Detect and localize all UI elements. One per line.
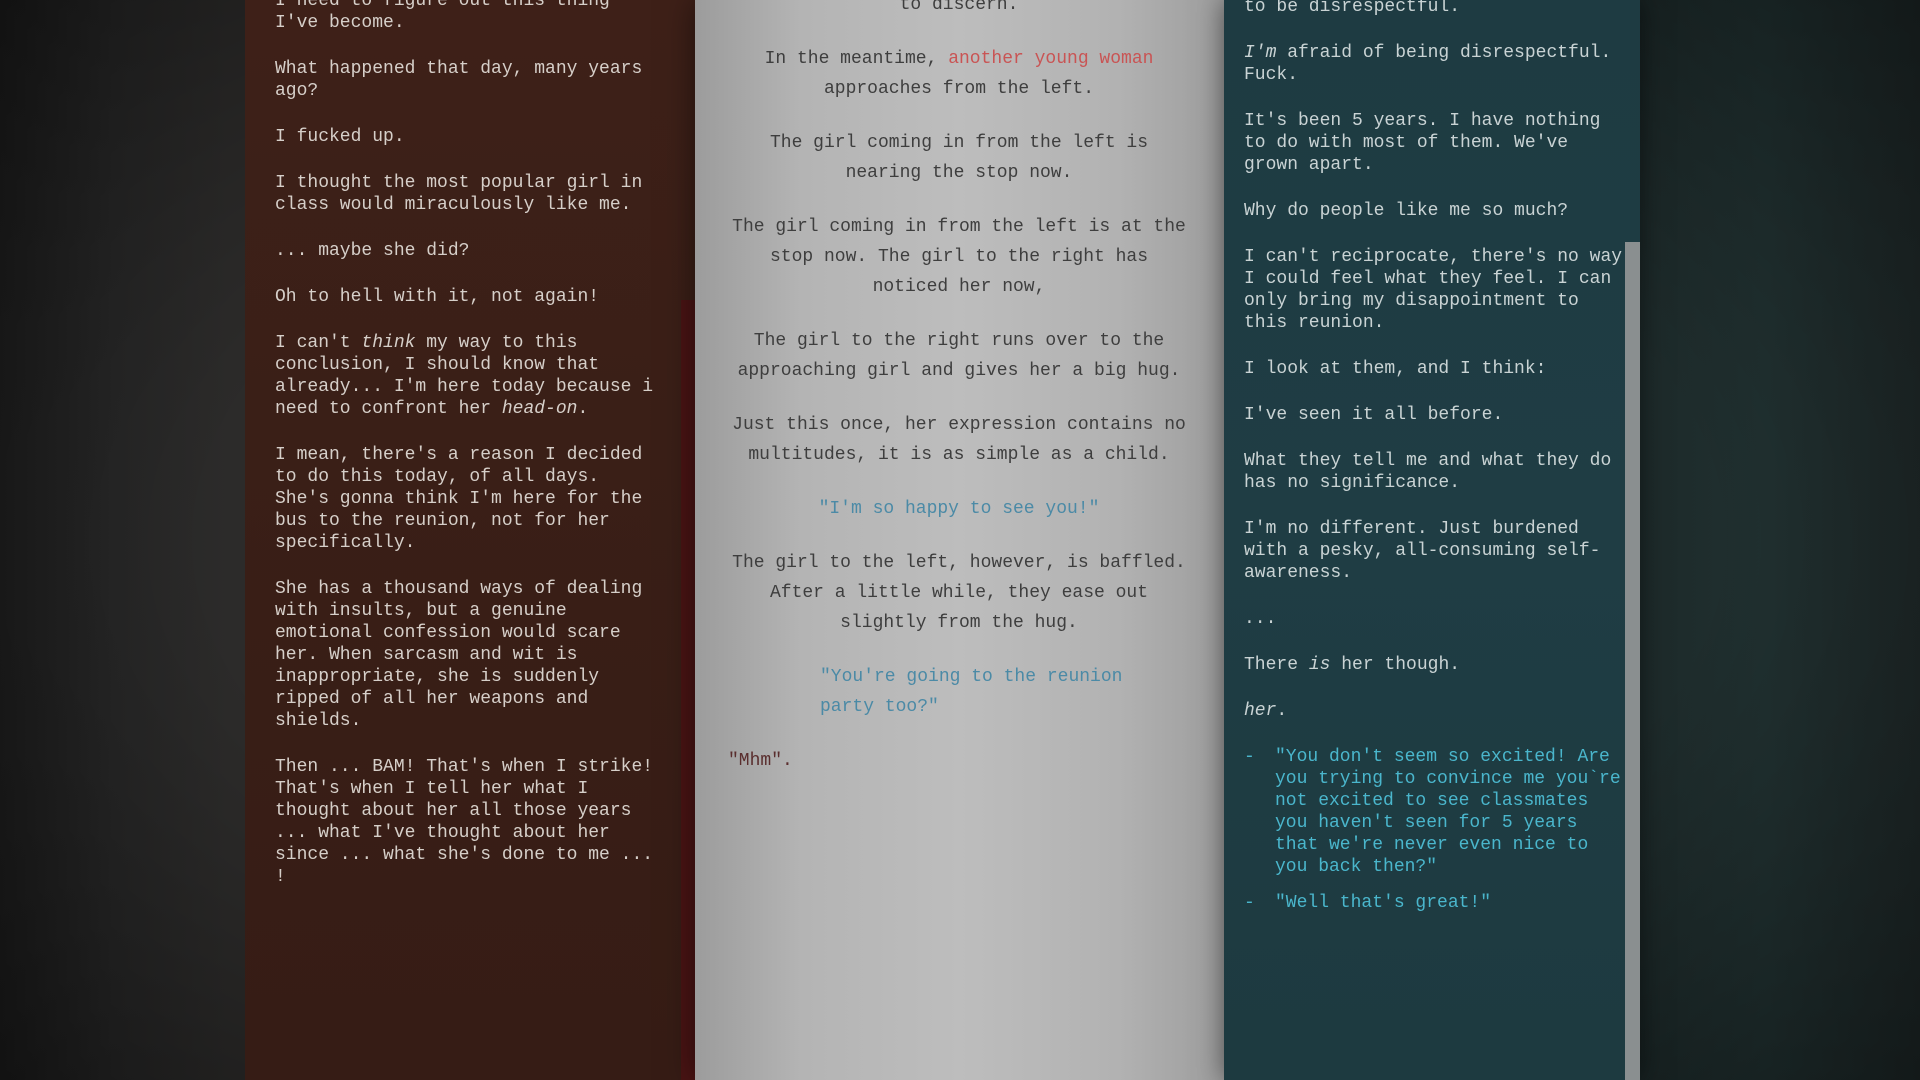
thought-paragraph: I look at them, and I think:: [1244, 359, 1547, 379]
thought-paragraph: Why do people like me so much?: [1244, 201, 1569, 221]
thought-paragraph: It's been 5 years. I have nothing to do …: [1244, 111, 1601, 175]
narration-paragraph: to discern.: [899, 0, 1019, 15]
left-paragraph: Oh to hell with it, not again!: [275, 287, 600, 307]
emphasis-text: head-on: [501, 399, 578, 419]
left-paragraph: I mean, there's a reason I decided to do…: [275, 445, 643, 553]
text-span: her though.: [1330, 655, 1461, 675]
choice-label: "Well that's great!": [1275, 893, 1492, 913]
middle-panel-text: to discern. In the meantime, another you…: [728, 0, 1190, 800]
thought-paragraph: to be disrespectful.: [1244, 0, 1461, 17]
choice-dash: -: [1244, 893, 1255, 913]
thought-paragraph: I'm afraid of being disrespectful. Fuck.: [1244, 42, 1624, 86]
right-panel-scrollbar[interactable]: [1625, 242, 1640, 1080]
thought-paragraph: I've seen it all before.: [1244, 405, 1504, 425]
left-paragraph: ... maybe she did?: [275, 241, 470, 261]
choice-dash: -: [1244, 747, 1255, 767]
thought-paragraph: her.: [1244, 700, 1624, 722]
narration-paragraph: The girl coming in from the left is near…: [769, 133, 1149, 183]
right-thoughts-panel: to be disrespectful. I'm afraid of being…: [1224, 0, 1640, 1080]
dialogue-choice-option[interactable]: - "You don't seem so excited! Are you tr…: [1244, 746, 1624, 878]
emphasis-text: is: [1308, 655, 1331, 675]
left-paragraph: I need to figure out this thing I've bec…: [275, 0, 610, 33]
text-span: afraid of being disrespectful. Fuck.: [1244, 43, 1612, 85]
text-span: approaches from the left.: [823, 79, 1095, 99]
emphasis-text: her: [1244, 701, 1277, 721]
left-panel-scrollbar[interactable]: [681, 300, 695, 1080]
emphasis-text: I'm: [1244, 43, 1277, 63]
text-span: In the meantime,: [764, 49, 949, 69]
left-paragraph: What happened that day, many years ago?: [275, 59, 643, 101]
dialogue-choices: - "You don't seem so excited! Are you tr…: [1244, 746, 1624, 914]
left-narrative-panel: I need to figure out this thing I've bec…: [245, 0, 695, 1080]
left-panel-text: I need to figure out this thing I've bec…: [275, 0, 655, 912]
thought-paragraph: What they tell me and what they do has n…: [1244, 451, 1612, 493]
dialogue-quote: "You're going to the reunion party too?": [820, 667, 1123, 717]
left-paragraph: I thought the most popular girl in class…: [275, 173, 643, 215]
emphasis-text: think: [361, 333, 416, 353]
middle-narration-panel: to discern. In the meantime, another you…: [695, 0, 1224, 1080]
left-paragraph: Then ... BAM! That's when I strike! That…: [275, 757, 654, 887]
text-span: I can't: [275, 333, 362, 353]
text-span: .: [1276, 701, 1288, 721]
thought-paragraph: I'm no different. Just burdened with a p…: [1244, 519, 1601, 583]
dialogue-quote: "I'm so happy to see you!": [818, 499, 1100, 519]
narration-paragraph: The girl coming in from the left is at t…: [732, 217, 1186, 297]
left-paragraph-think: I can't think my way to this conclusion,…: [275, 332, 655, 420]
narration-paragraph: Just this once, her expression contains …: [732, 415, 1186, 465]
choice-label: "You don't seem so excited! Are you tryi…: [1275, 747, 1621, 877]
narration-paragraph: The girl to the left, however, is baffle…: [732, 553, 1186, 633]
text-span: .: [577, 399, 589, 419]
thought-paragraph: There is her though.: [1244, 654, 1624, 676]
left-paragraph: She has a thousand ways of dealing with …: [275, 579, 643, 731]
highlighted-character: another young woman: [948, 49, 1154, 69]
text-span: There: [1244, 655, 1309, 675]
narration-paragraph: The girl to the right runs over to the a…: [737, 331, 1181, 381]
dialogue-reply: "Mhm".: [728, 751, 793, 771]
narration-paragraph: In the meantime, another young woman app…: [728, 44, 1190, 104]
thought-paragraph: I can't reciprocate, there's no way I co…: [1244, 247, 1623, 333]
dialogue-choice-option[interactable]: - "Well that's great!": [1244, 892, 1624, 914]
left-paragraph: I fucked up.: [275, 127, 405, 147]
thought-paragraph: ...: [1244, 609, 1277, 629]
right-panel-text: to be disrespectful. I'm afraid of being…: [1244, 0, 1624, 928]
